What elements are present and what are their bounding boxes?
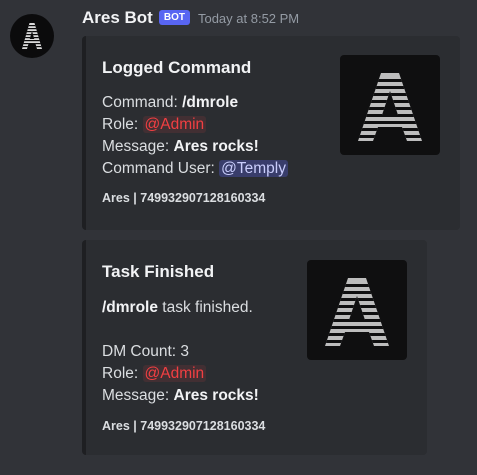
command-value: /dmrole <box>182 94 239 111</box>
embed-thumbnail[interactable] <box>307 260 407 360</box>
ares-logo-icon <box>358 73 422 141</box>
embed-title: Logged Command <box>102 58 252 77</box>
role-mention[interactable]: @Admin <box>142 116 207 133</box>
task-text: task finished. <box>157 299 253 316</box>
message-label: Message: <box>102 387 174 404</box>
role-mention[interactable]: @Admin <box>142 365 207 382</box>
bot-tag: BOT <box>158 9 190 25</box>
command-line: Command: /dmrole <box>102 92 288 114</box>
username[interactable]: Ares Bot <box>82 8 153 28</box>
message-value: Ares rocks! <box>173 138 259 155</box>
message-line: Message: Ares rocks! <box>102 136 288 158</box>
role-line: Role: @Admin <box>102 363 259 385</box>
dm-count-line: DM Count: 3 <box>102 341 259 363</box>
ares-logo-icon <box>325 278 389 346</box>
embed-description: /dmrole task finished. DM Count: 3 Role:… <box>102 297 259 407</box>
embed-description: Command: /dmrole Role: @Admin Message: A… <box>102 92 288 180</box>
task-line: /dmrole task finished. <box>102 297 259 319</box>
dm-count-label: DM Count: <box>102 343 181 360</box>
embed-task-finished: Task Finished /dmrole task finished. DM … <box>82 240 427 455</box>
message-line: Message: Ares rocks! <box>102 385 259 407</box>
ares-logo-icon <box>22 23 42 49</box>
embed-title: Task Finished <box>102 262 215 281</box>
task-command: /dmrole <box>102 299 158 316</box>
command-label: Command: <box>102 94 183 111</box>
bot-avatar[interactable] <box>10 14 54 58</box>
user-mention[interactable]: @Temply <box>219 160 288 177</box>
embed-footer: Ares | 749932907128160334 <box>102 419 266 433</box>
role-line: Role: @Admin <box>102 114 288 136</box>
command-user-line: Command User: @Temply <box>102 158 288 180</box>
role-label: Role: <box>102 365 143 382</box>
embed-logged-command: Logged Command Command: /dmrole Role: @A… <box>82 36 460 230</box>
command-user-label: Command User: <box>102 160 220 177</box>
chat-message: Ares Bot BOT Today at 8:52 PM Logged Com… <box>0 0 477 475</box>
message-value: Ares rocks! <box>173 387 259 404</box>
message-header: Ares Bot BOT Today at 8:52 PM <box>82 6 299 30</box>
timestamp: Today at 8:52 PM <box>197 10 300 26</box>
embed-thumbnail[interactable] <box>340 55 440 155</box>
message-label: Message: <box>102 138 174 155</box>
embed-footer: Ares | 749932907128160334 <box>102 191 266 205</box>
role-label: Role: <box>102 116 143 133</box>
dm-count-value: 3 <box>180 343 190 360</box>
